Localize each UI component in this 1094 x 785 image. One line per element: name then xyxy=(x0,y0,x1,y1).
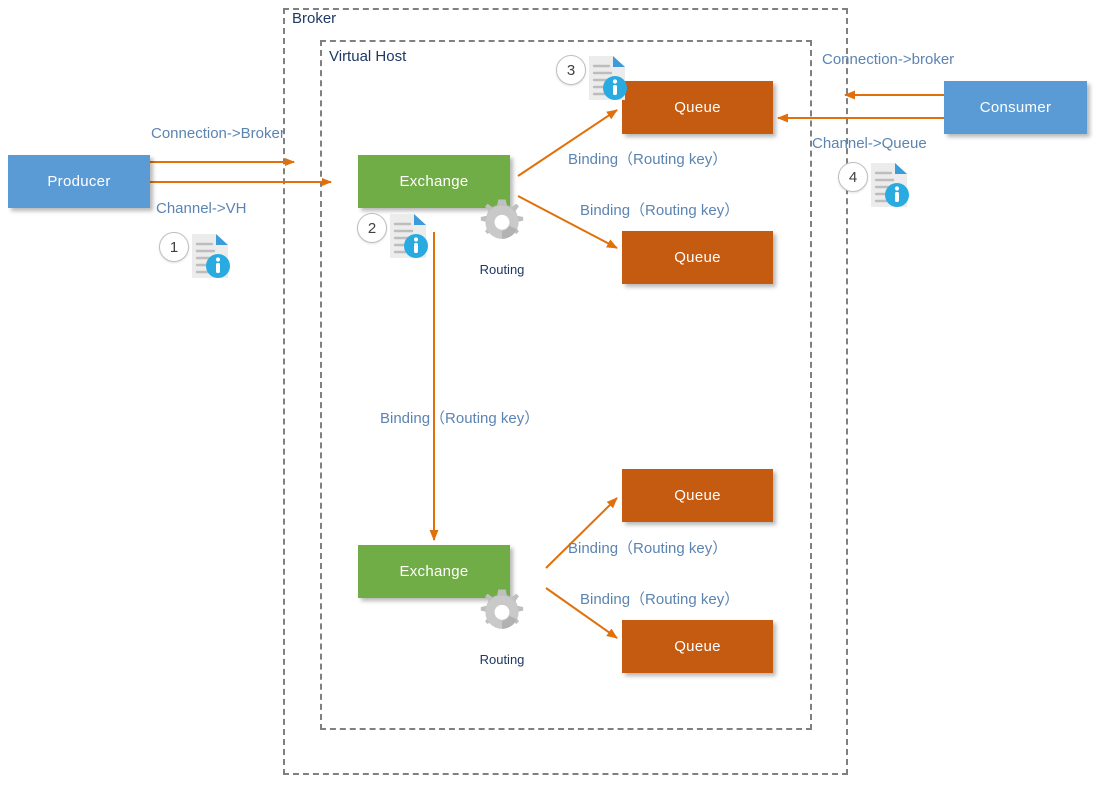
queue-1-label: Queue xyxy=(674,99,721,116)
gear-icon xyxy=(474,586,530,642)
step-badge-1: 1 xyxy=(159,232,189,262)
queue-2-label: Queue xyxy=(674,249,721,266)
queue-1-node[interactable]: Queue xyxy=(622,81,773,134)
queue-3-node[interactable]: Queue xyxy=(622,469,773,522)
binding-bottom-2-label: Binding（Routing key） xyxy=(580,591,740,608)
virtual-host-label: Virtual Host xyxy=(326,48,410,66)
binding-top-2-label: Binding（Routing key） xyxy=(580,202,740,219)
consumer-channel-label: Channel->Queue xyxy=(812,135,927,152)
document-info-icon xyxy=(387,212,429,260)
queue-2-node[interactable]: Queue xyxy=(622,231,773,284)
queue-4-label: Queue xyxy=(674,638,721,655)
document-info-icon xyxy=(868,161,910,209)
producer-channel-label: Channel->VH xyxy=(156,200,247,217)
binding-bottom-1-label: Binding（Routing key） xyxy=(568,540,728,557)
step-badge-2: 2 xyxy=(357,213,387,243)
consumer-node[interactable]: Consumer xyxy=(944,81,1087,134)
document-info-icon xyxy=(586,54,628,102)
queue-3-label: Queue xyxy=(674,487,721,504)
step-badge-4: 4 xyxy=(838,162,868,192)
producer-node[interactable]: Producer xyxy=(8,155,150,208)
binding-vertical-label: Binding（Routing key） xyxy=(380,410,540,427)
gear-icon xyxy=(474,196,530,252)
routing-2-label: Routing xyxy=(479,652,525,667)
broker-label: Broker xyxy=(289,10,340,28)
exchange-1-label: Exchange xyxy=(399,173,469,190)
queue-4-node[interactable]: Queue xyxy=(622,620,773,673)
consumer-label: Consumer xyxy=(979,99,1052,116)
consumer-connection-label: Connection->broker xyxy=(822,51,955,68)
producer-label: Producer xyxy=(47,173,111,190)
document-info-icon xyxy=(189,232,231,280)
routing-1-label: Routing xyxy=(479,262,525,277)
diagram-canvas: Broker Virtual Host Producer Consumer Ex… xyxy=(0,0,1094,785)
exchange-2-label: Exchange xyxy=(399,563,469,580)
step-badge-3: 3 xyxy=(556,55,586,85)
binding-top-1-label: Binding（Routing key） xyxy=(568,151,728,168)
producer-connection-label: Connection->Broker xyxy=(151,125,285,142)
